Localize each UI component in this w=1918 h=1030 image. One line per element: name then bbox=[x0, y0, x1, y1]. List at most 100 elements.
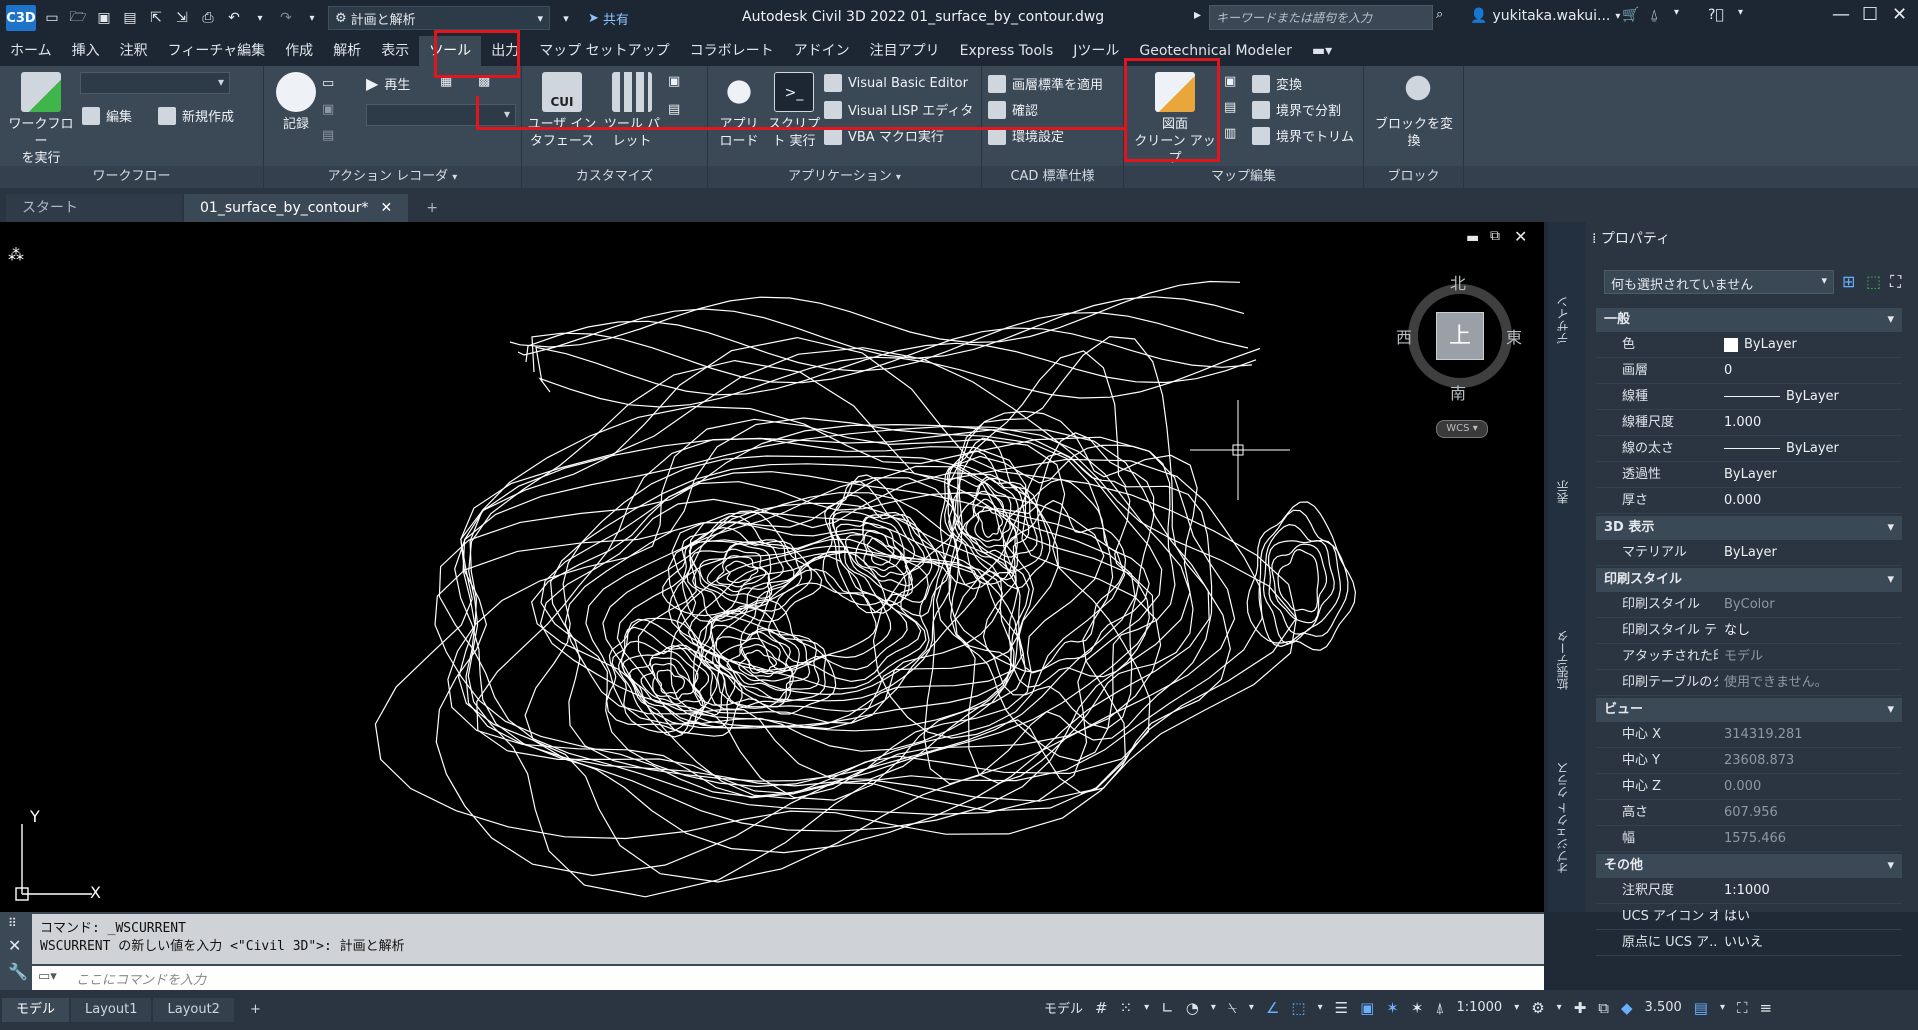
property-row[interactable]: 中心 Y 23608.873 bbox=[1596, 748, 1902, 774]
select-objects-icon[interactable]: ⬚ bbox=[1866, 272, 1881, 291]
open-folder-icon[interactable]: 🗁 bbox=[68, 8, 88, 28]
viewcube-north[interactable]: 北 bbox=[1450, 270, 1466, 294]
property-row[interactable]: 線の太さ ByLayer bbox=[1596, 436, 1902, 462]
help-icon[interactable]: ?⃝ bbox=[1708, 7, 1724, 23]
grip-icon[interactable]: ⠿ bbox=[8, 916, 17, 930]
map-tool-icon[interactable]: ▣ bbox=[1224, 74, 1236, 89]
annotation-scale-value[interactable]: 1:1000 bbox=[1456, 1000, 1502, 1015]
ribbon-tab[interactable]: 注釈 bbox=[110, 36, 158, 66]
chevron-down-icon[interactable]: ▾ bbox=[1211, 1002, 1216, 1013]
new-tab-button[interactable]: + bbox=[410, 194, 454, 222]
property-row[interactable]: 印刷スタイル ByColor bbox=[1596, 592, 1902, 618]
chevron-down-icon[interactable]: ▾ bbox=[1674, 7, 1679, 18]
ribbon-tab[interactable]: ホーム bbox=[0, 36, 62, 66]
ribbon-tab[interactable]: アドイン bbox=[784, 36, 860, 66]
maximize-icon[interactable]: ☐ bbox=[1862, 4, 1878, 25]
ribbon-tab-overflow-icon[interactable]: ▬▾ bbox=[1302, 36, 1342, 66]
qat-customize-icon[interactable]: ▾ bbox=[556, 8, 576, 28]
layout-tab-model[interactable]: モデル bbox=[2, 998, 70, 1022]
ribbon-tab[interactable]: 作成 bbox=[275, 36, 323, 66]
print-icon[interactable]: ⎙ bbox=[198, 8, 218, 28]
selection-select[interactable]: 何も選択されていません ▾ bbox=[1604, 270, 1834, 294]
snap-icon[interactable]: ⁙ bbox=[1120, 999, 1133, 1017]
chevron-down-icon[interactable]: ▾ bbox=[1318, 1002, 1323, 1013]
wcs-menu[interactable]: WCS ▾ bbox=[1436, 420, 1488, 438]
viewport-close-icon[interactable]: ✕ bbox=[1514, 227, 1527, 246]
boundary-split-button[interactable]: 境界で分割 bbox=[1252, 100, 1341, 119]
chevron-down-icon[interactable]: ▾ bbox=[1249, 1002, 1254, 1013]
import-cui-icon[interactable]: ▣ bbox=[668, 74, 680, 89]
minimize-icon[interactable]: — bbox=[1832, 4, 1850, 25]
property-row[interactable]: 中心 X 314319.281 bbox=[1596, 722, 1902, 748]
layout-tab-layout2[interactable]: Layout2 bbox=[153, 998, 234, 1022]
autodesk-icon[interactable]: ⍙ bbox=[1650, 7, 1658, 23]
close-icon[interactable]: ✕ bbox=[1892, 4, 1907, 25]
workflow-select[interactable] bbox=[80, 72, 230, 94]
search-input[interactable]: キーワードまたは語句を入力 bbox=[1209, 5, 1433, 30]
ribbon-tab[interactable]: フィーチャ編集 bbox=[158, 36, 276, 66]
property-row[interactable]: 高さ 607.956 bbox=[1596, 800, 1902, 826]
map-tool-icon[interactable]: ▤ bbox=[1224, 100, 1236, 115]
undo-icon[interactable]: ↶ bbox=[224, 8, 244, 28]
auto-scale-icon[interactable]: ✶ bbox=[1411, 999, 1424, 1017]
transparency-icon[interactable]: ▣ bbox=[1360, 999, 1374, 1017]
property-row[interactable]: マテリアル ByLayer bbox=[1596, 540, 1902, 566]
side-tab-display[interactable]: 表示 bbox=[1554, 480, 1571, 504]
gear-icon[interactable]: ⚙ bbox=[1531, 999, 1544, 1017]
property-row[interactable]: 色 ByLayer bbox=[1596, 332, 1902, 358]
viewport-control-icon[interactable]: ⁂ bbox=[8, 245, 24, 264]
comment-icon[interactable]: ▭ bbox=[322, 76, 334, 91]
property-row[interactable]: 透過性 ByLayer bbox=[1596, 462, 1902, 488]
viewcube-south[interactable]: 南 bbox=[1450, 380, 1466, 404]
doc-tab-start[interactable]: スタート bbox=[6, 194, 182, 222]
ribbon-tab[interactable]: 表示 bbox=[371, 36, 419, 66]
share-button[interactable]: ➤ 共有 bbox=[588, 9, 629, 28]
ribbon-tab[interactable]: Express Tools bbox=[950, 36, 1064, 66]
property-row[interactable]: 印刷テーブルのタ... 使用できません。 bbox=[1596, 670, 1902, 696]
apply-layer-standards-button[interactable]: 画層標準を適用 bbox=[988, 74, 1103, 93]
insert-message-icon[interactable]: ▣ bbox=[322, 102, 334, 117]
annotation-scale-icon[interactable]: ⍋ bbox=[1435, 999, 1444, 1017]
workspace-select[interactable]: ⚙ 計画と解析 ▾ bbox=[328, 6, 550, 30]
side-tab-extended-data[interactable]: 拡張データ bbox=[1554, 630, 1571, 690]
property-row[interactable]: 印刷スタイル テ... なし bbox=[1596, 618, 1902, 644]
lineweight-icon[interactable]: ☰ bbox=[1335, 999, 1348, 1017]
new-workflow-button[interactable]: 新規作成 bbox=[158, 106, 234, 125]
doc-tab-drawing[interactable]: 01_surface_by_contour* ✕ bbox=[184, 194, 409, 222]
property-section-header[interactable]: 一般 bbox=[1596, 308, 1902, 332]
viewcube-top-face[interactable]: 上 bbox=[1436, 312, 1484, 360]
property-row[interactable]: 線種 ByLayer bbox=[1596, 384, 1902, 410]
property-row[interactable]: アタッチされた印... モデル bbox=[1596, 644, 1902, 670]
property-row[interactable]: 幅 1575.466 bbox=[1596, 826, 1902, 852]
viewcube[interactable]: 上 北 南 西 東 bbox=[1396, 274, 1522, 403]
property-section-header[interactable]: その他 bbox=[1596, 854, 1902, 878]
property-row[interactable]: 線種尺度 1.000 bbox=[1596, 410, 1902, 436]
chevron-down-icon[interactable]: ▾ bbox=[1144, 1002, 1149, 1013]
redo-dropdown-icon[interactable]: ▾ bbox=[302, 8, 322, 28]
wrench-icon[interactable]: 🔧 bbox=[8, 962, 28, 981]
chevron-down-icon[interactable]: ▾ bbox=[1720, 1002, 1725, 1013]
close-icon[interactable]: ✕ bbox=[381, 194, 393, 222]
app-logo[interactable]: C3D bbox=[6, 5, 36, 31]
ribbon-tab[interactable]: 挿入 bbox=[62, 36, 110, 66]
chevron-down-icon[interactable]: ▾ bbox=[1557, 1002, 1562, 1013]
command-prompt-icon[interactable]: ▭▾ bbox=[38, 969, 57, 984]
object-snap-tracking-icon[interactable]: ∠ bbox=[1266, 999, 1279, 1017]
visual-basic-editor-button[interactable]: Visual Basic Editor bbox=[824, 74, 968, 92]
ribbon-tab[interactable]: マップ セットアップ bbox=[529, 36, 679, 66]
layout-tab-layout1[interactable]: Layout1 bbox=[71, 998, 152, 1022]
side-tab-object-class[interactable]: オブジェクト クラス bbox=[1554, 762, 1571, 874]
side-tab-design[interactable]: デザイン bbox=[1554, 296, 1571, 344]
property-row[interactable]: UCS アイコン オンはい bbox=[1596, 904, 1902, 930]
boundary-trim-button[interactable]: 境界でトリム bbox=[1252, 126, 1354, 145]
polar-icon[interactable]: ◔ bbox=[1186, 999, 1199, 1017]
toggle-pickadd-icon[interactable]: ⊞ bbox=[1842, 272, 1855, 291]
export-icon[interactable]: ⇲ bbox=[172, 8, 192, 28]
property-section-header[interactable]: ビュー bbox=[1596, 698, 1902, 722]
viewcube-east[interactable]: 東 bbox=[1506, 324, 1522, 348]
ribbon-tab[interactable]: 解析 bbox=[323, 36, 371, 66]
viewcube-west[interactable]: 西 bbox=[1396, 324, 1412, 348]
import-icon[interactable]: ⇱ bbox=[146, 8, 166, 28]
property-row[interactable]: 中心 Z 0.000 bbox=[1596, 774, 1902, 800]
ribbon-tab[interactable]: コラボレート bbox=[680, 36, 784, 66]
